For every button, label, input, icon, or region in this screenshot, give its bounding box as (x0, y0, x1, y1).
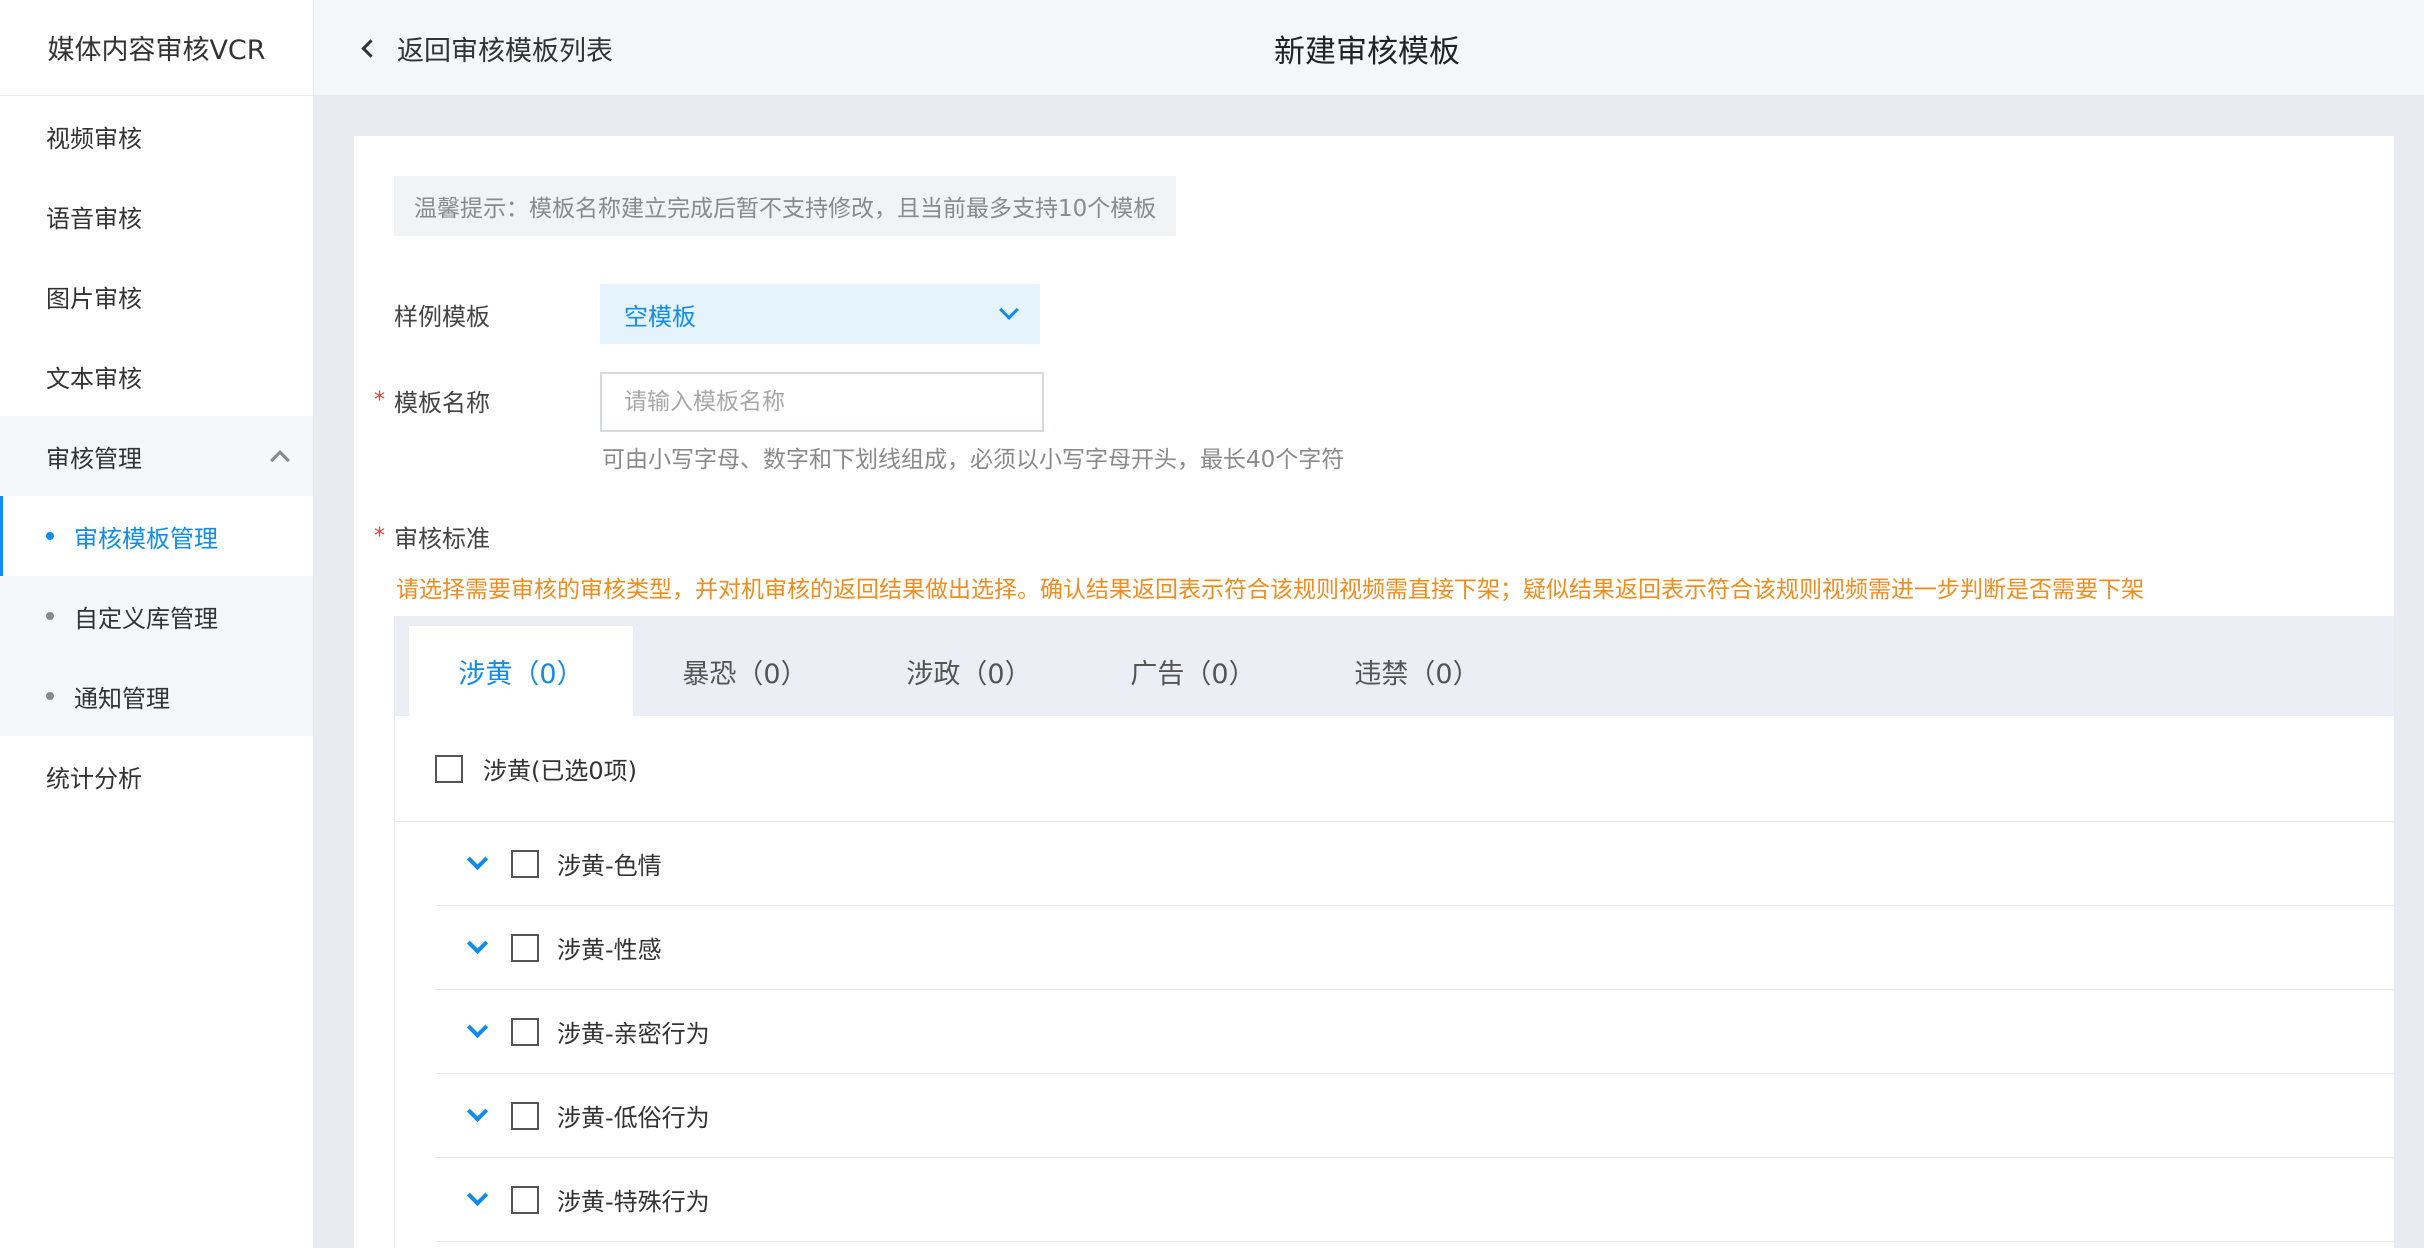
sidebar-item-text-review[interactable]: 文本审核 (0, 336, 313, 416)
tab-ads[interactable]: 广告（0） (1081, 626, 1305, 716)
list-item: 涉黄-低俗行为 (435, 1074, 2395, 1158)
sidebar-item-label: 图片审核 (46, 284, 142, 313)
select-all-checkbox[interactable] (435, 754, 463, 783)
chevron-down-icon[interactable] (457, 1012, 497, 1052)
list-item: 涉黄-色情 (435, 822, 2395, 906)
review-standard-warning: 请选择需要审核的审核类型，并对机审核的返回结果做出选择。确认结果返回表示符合该规… (396, 577, 2144, 603)
tab-label: 暴恐（0） (682, 658, 808, 690)
sidebar-item-notification[interactable]: 通知管理 (0, 656, 313, 736)
sidebar-item-statistics[interactable]: 统计分析 (0, 736, 313, 816)
category-label: 涉黄-特殊行为 (557, 1188, 710, 1216)
category-label: 涉黄-亲密行为 (557, 1020, 710, 1048)
bullet-dot-icon (46, 532, 54, 540)
category-tab-bar: 涉黄（0） 暴恐（0） 涉政（0） 广告（0） 违禁（0） (395, 616, 2394, 716)
sample-template-select[interactable]: 空模板 (600, 284, 1040, 344)
category-checkbox[interactable] (511, 1185, 539, 1214)
template-name-hint: 可由小写字母、数字和下划线组成，必须以小写字母开头，最长40个字符 (602, 447, 1345, 473)
template-name-label: * 模板名称 (374, 382, 490, 418)
select-all-label: 涉黄(已选0项) (483, 757, 637, 785)
tab-politics[interactable]: 涉政（0） (857, 626, 1081, 716)
sidebar-item-label: 审核模板管理 (74, 524, 218, 553)
chevron-down-icon[interactable] (457, 844, 497, 884)
tab-terror[interactable]: 暴恐（0） (633, 626, 857, 716)
sidebar-item-template-management[interactable]: 审核模板管理 (0, 496, 313, 576)
category-label: 涉黄-性感 (557, 936, 662, 964)
back-to-template-list-link[interactable]: 返回审核模板列表 (358, 0, 613, 96)
sidebar-item-label: 视频审核 (46, 124, 142, 153)
chevron-down-icon (999, 300, 1019, 320)
chevron-down-icon[interactable] (457, 1096, 497, 1136)
sidebar-item-image-review[interactable]: 图片审核 (0, 256, 313, 336)
sidebar-group-toggle[interactable]: 审核管理 (0, 416, 313, 496)
page-header: 返回审核模板列表 新建审核模板 (314, 0, 2424, 96)
sidebar-item-label: 文本审核 (46, 364, 142, 393)
sidebar: 媒体内容审核VCR 视频审核 语音审核 图片审核 文本审核 审核管理 审核模板管… (0, 0, 314, 1248)
create-template-form: 温馨提示：模板名称建立完成后暂不支持修改，且当前最多支持10个模板 样例模板 空… (354, 136, 2395, 1248)
list-item: 涉黄-性感 (435, 906, 2395, 990)
tab-label: 广告（0） (1130, 658, 1256, 690)
review-standard-label-text: 审核标准 (394, 524, 490, 553)
bullet-dot-icon (46, 612, 54, 620)
list-item: 涉黄-特殊行为 (435, 1158, 2395, 1242)
template-name-label-text: 模板名称 (394, 388, 490, 417)
sidebar-item-label: 自定义库管理 (74, 604, 218, 633)
sidebar-item-video-review[interactable]: 视频审核 (0, 96, 313, 176)
app-brand: 媒体内容审核VCR (0, 0, 313, 96)
tab-porn[interactable]: 涉黄（0） (409, 626, 633, 716)
select-all-row: 涉黄(已选0项) (395, 716, 2394, 822)
sample-template-value: 空模板 (624, 302, 696, 331)
required-mark: * (374, 523, 385, 549)
sample-template-label-text: 样例模板 (394, 302, 490, 331)
sidebar-group-label: 审核管理 (46, 444, 142, 473)
sidebar-item-custom-library[interactable]: 自定义库管理 (0, 576, 313, 656)
sidebar-item-audio-review[interactable]: 语音审核 (0, 176, 313, 256)
sample-template-label: 样例模板 (394, 296, 490, 332)
tab-label: 涉政（0） (906, 658, 1032, 690)
sidebar-item-label: 通知管理 (74, 684, 170, 713)
chevron-down-icon[interactable] (457, 1180, 497, 1220)
review-category-panel: 涉黄（0） 暴恐（0） 涉政（0） 广告（0） 违禁（0） 涉黄(已选0项) 涉… (394, 616, 2395, 1248)
sidebar-group-review-management: 审核管理 审核模板管理 自定义库管理 通知管理 (0, 416, 313, 736)
category-checkbox[interactable] (511, 1017, 539, 1046)
chevron-up-icon (270, 450, 290, 470)
chevron-left-icon (361, 38, 380, 58)
template-name-input[interactable] (600, 372, 1044, 432)
category-checkbox[interactable] (511, 933, 539, 962)
category-checkbox[interactable] (511, 849, 539, 878)
category-label: 涉黄-低俗行为 (557, 1104, 710, 1132)
category-checkbox[interactable] (511, 1101, 539, 1130)
review-standard-label: * 审核标准 (374, 518, 490, 554)
sidebar-item-label: 语音审核 (46, 204, 142, 233)
required-mark: * (374, 387, 385, 413)
back-link-label: 返回审核模板列表 (397, 35, 613, 67)
tab-prohibited[interactable]: 违禁（0） (1305, 626, 1529, 716)
bullet-dot-icon (46, 692, 54, 700)
list-item: 涉黄-亲密行为 (435, 990, 2395, 1074)
tab-label: 涉黄（0） (458, 658, 584, 690)
category-label: 涉黄-色情 (557, 852, 662, 880)
page-title: 新建审核模板 (1274, 33, 1460, 70)
sidebar-item-label: 统计分析 (46, 764, 142, 793)
chevron-down-icon[interactable] (457, 928, 497, 968)
tip-banner: 温馨提示：模板名称建立完成后暂不支持修改，且当前最多支持10个模板 (394, 176, 1177, 236)
tab-label: 违禁（0） (1354, 658, 1480, 690)
